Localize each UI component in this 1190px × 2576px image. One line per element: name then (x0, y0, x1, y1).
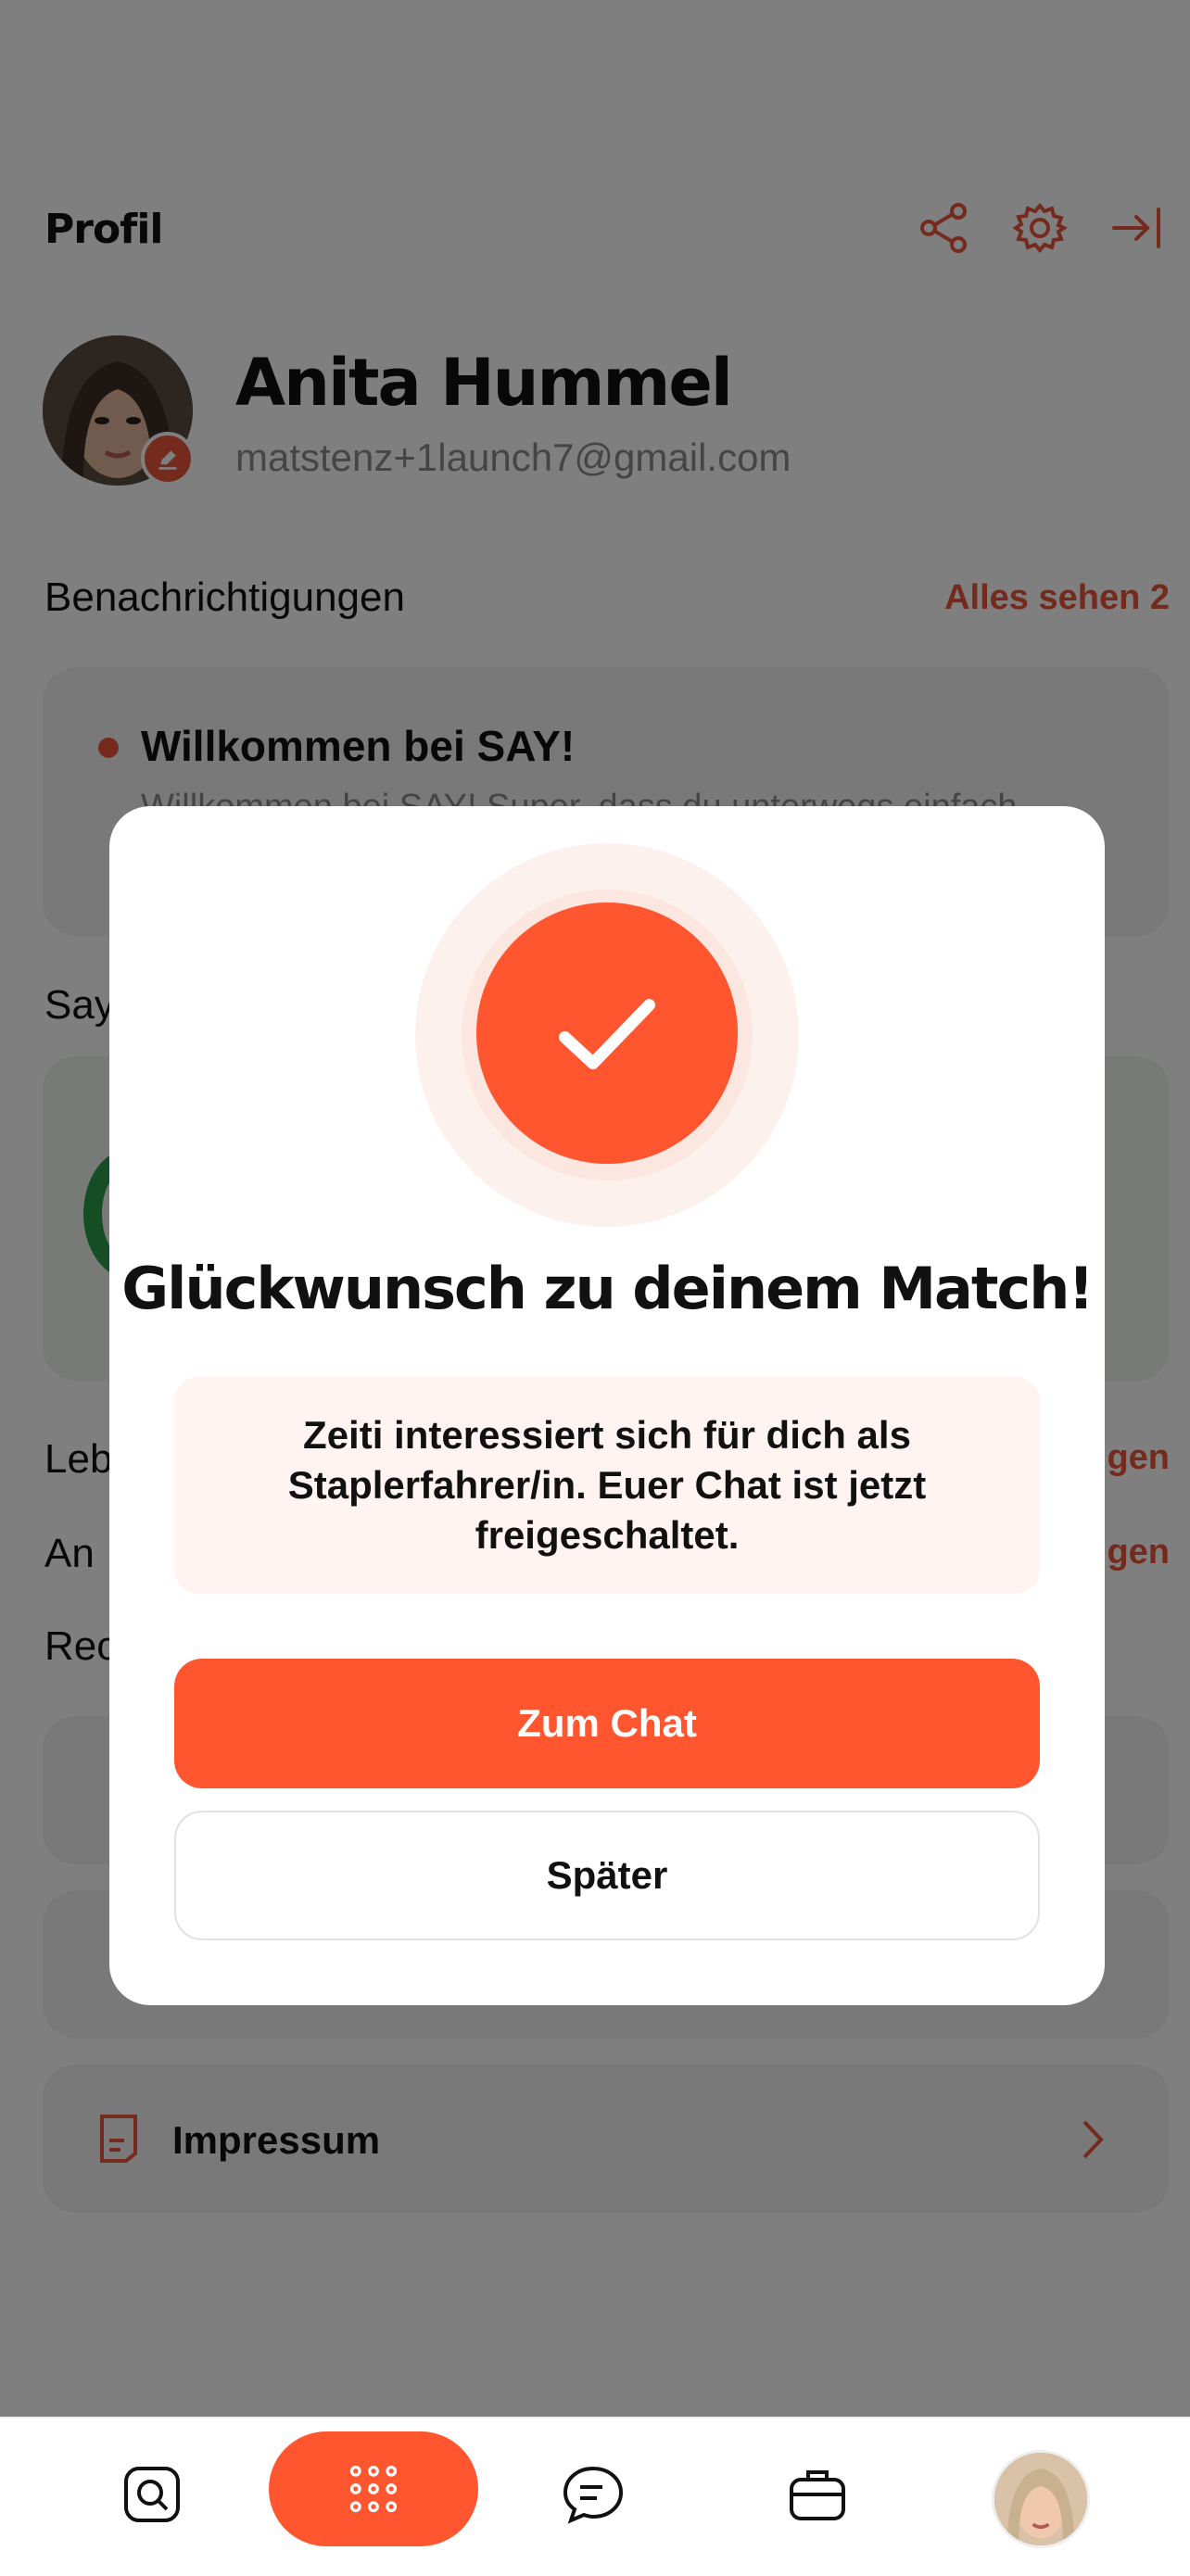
match-dialog: Glückwunsch zu deinem Match! Zeiti inter… (109, 806, 1105, 2005)
dialog-title: Glückwunsch zu deinem Match! (121, 1255, 1094, 1322)
briefcase-icon[interactable] (784, 2461, 851, 2528)
chat-icon[interactable] (560, 2461, 627, 2528)
profile-avatar-tab[interactable] (992, 2450, 1090, 2548)
dialog-message-box: Zeiti interessiert sich für dich als Sta… (174, 1377, 1040, 1594)
bottom-tab-bar (0, 2417, 1190, 2576)
success-check-icon (476, 903, 738, 1164)
apps-grid-button[interactable] (269, 2431, 478, 2546)
apps-grid-icon (349, 2465, 398, 2513)
search-icon[interactable] (119, 2461, 185, 2528)
dialog-message: Zeiti interessiert sich für dich als Sta… (287, 1413, 927, 1557)
open-chat-button[interactable]: Zum Chat (174, 1659, 1040, 1788)
later-button[interactable]: Später (174, 1811, 1040, 1940)
